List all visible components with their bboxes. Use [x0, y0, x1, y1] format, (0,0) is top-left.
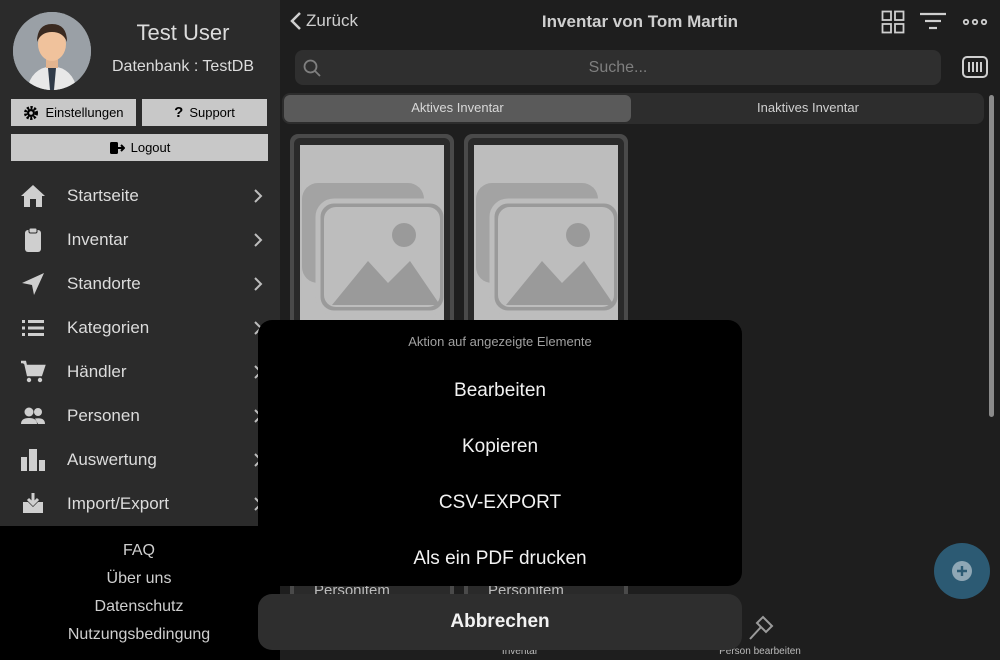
- back-button[interactable]: Zurück: [290, 11, 358, 31]
- sidebar-item-auswertung[interactable]: Auswertung: [0, 438, 280, 482]
- hammer-icon[interactable]: [746, 614, 774, 642]
- support-button[interactable]: ? Support: [142, 99, 267, 126]
- settings-button[interactable]: Einstellungen: [11, 99, 136, 126]
- search-placeholder: Suche...: [588, 59, 648, 76]
- people-icon: [21, 407, 45, 424]
- sidebar-item-label: Personen: [67, 406, 140, 425]
- image-placeholder-icon: [300, 145, 444, 345]
- chevron-right-icon: [254, 233, 263, 247]
- chevron-left-icon: [290, 12, 301, 30]
- page-title: Inventar von Tom Martin: [541, 12, 739, 31]
- logout-icon: [109, 141, 125, 154]
- sidebar-item-import-export[interactable]: Import/Export: [0, 482, 280, 526]
- settings-label: Einstellungen: [45, 105, 124, 120]
- about-link[interactable]: Über uns: [0, 570, 278, 588]
- chevron-right-icon: [254, 189, 263, 203]
- bar-chart-icon: [21, 449, 45, 471]
- filter-icon[interactable]: [919, 10, 947, 34]
- plus-circle-icon: [952, 561, 972, 581]
- image-placeholder-icon: [474, 145, 618, 345]
- privacy-link[interactable]: Datenschutz: [0, 598, 278, 616]
- scrollbar[interactable]: [989, 95, 994, 417]
- home-icon: [21, 185, 45, 207]
- tab-inactive-inventory[interactable]: Inaktives Inventar: [634, 100, 982, 115]
- sidebar-item-label: Inventar: [67, 230, 129, 249]
- gear-icon: [24, 105, 39, 120]
- grid-view-icon[interactable]: [881, 10, 905, 34]
- sidebar-item-inventar[interactable]: Inventar: [0, 218, 280, 262]
- clipboard-icon: [25, 227, 41, 252]
- sidebar-item-personen[interactable]: Personen: [0, 394, 280, 438]
- back-label: Zurück: [306, 11, 358, 30]
- sidebar-item-haendler[interactable]: Händler: [0, 350, 280, 394]
- sidebar-item-label: Händler: [67, 362, 127, 381]
- action-csv-export-button[interactable]: CSV-EXPORT: [258, 492, 742, 514]
- barcode-icon[interactable]: [962, 56, 988, 78]
- avatar: [13, 12, 91, 90]
- database-name: Datenbank : TestDB: [111, 58, 254, 75]
- sidebar-item-label: Startseite: [67, 186, 139, 205]
- sidebar-item-label: Import/Export: [67, 494, 170, 513]
- action-sheet-title: Aktion auf angezeigte Elemente: [408, 334, 592, 349]
- list-icon: [22, 320, 44, 336]
- logout-button[interactable]: Logout: [11, 134, 268, 161]
- support-label: Support: [189, 105, 235, 120]
- chevron-right-icon: [254, 277, 263, 291]
- action-sheet: Aktion auf angezeigte Elemente Bearbeite…: [258, 320, 742, 586]
- user-name: Test User: [136, 20, 230, 45]
- action-print-pdf-button[interactable]: Als ein PDF drucken: [258, 548, 742, 570]
- download-icon: [23, 493, 43, 513]
- action-edit-button[interactable]: Bearbeiten: [258, 380, 742, 402]
- sidebar-item-label: Standorte: [67, 274, 141, 293]
- terms-link[interactable]: Nutzungsbedingung: [0, 626, 278, 644]
- logout-label: Logout: [130, 140, 171, 155]
- cart-icon: [21, 360, 46, 383]
- faq-link[interactable]: FAQ: [0, 542, 278, 560]
- sidebar-item-startseite[interactable]: Startseite: [0, 174, 280, 218]
- action-copy-button[interactable]: Kopieren: [258, 436, 742, 458]
- question-icon: ?: [174, 104, 184, 121]
- sidebar-item-standorte[interactable]: Standorte: [0, 262, 280, 306]
- sidebar-item-label: Kategorien: [67, 318, 150, 337]
- cancel-button[interactable]: Abbrechen: [258, 594, 742, 650]
- tab-active-inventory-label[interactable]: Aktives Inventar: [284, 100, 631, 115]
- sidebar-item-label: Auswertung: [67, 450, 157, 469]
- search-input[interactable]: Suche...: [295, 50, 941, 85]
- inventory-segment-control: Aktives Inventar Inaktives Inventar: [282, 93, 984, 124]
- sidebar-nav: Startseite Inventar Standorte Kategorien…: [0, 174, 280, 526]
- add-button[interactable]: [934, 543, 990, 599]
- sidebar-item-kategorien[interactable]: Kategorien: [0, 306, 280, 350]
- location-arrow-icon: [22, 273, 44, 295]
- more-icon[interactable]: [962, 10, 988, 34]
